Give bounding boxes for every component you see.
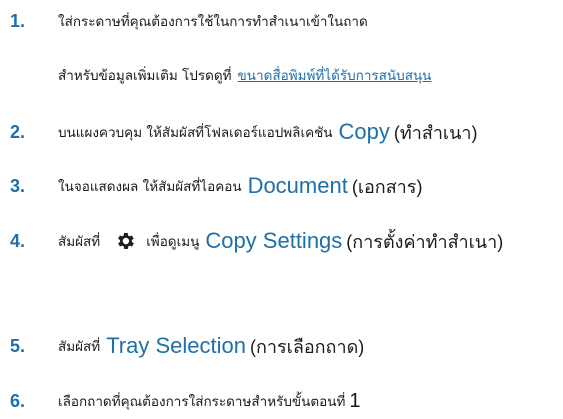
step-reference-number: 1	[349, 389, 361, 412]
note-text: สำหรับข้อมูลเพิ่มเติม โปรดดูที่	[58, 68, 232, 84]
step-number: 6.	[10, 391, 26, 411]
gear-icon	[114, 230, 136, 252]
copy-settings-label: Copy Settings	[205, 228, 343, 253]
step-3: 3. ในจอแสดงผล ให้สัมผัสที่ไอคอน Document…	[0, 169, 563, 203]
step-text: สัมผัสที่ เพื่อดูเมนู Copy Settings (การ…	[58, 224, 503, 258]
step-5: 5. สัมผัสที่ Tray Selection (การเลือกถาด…	[0, 329, 563, 363]
copy-app-translation: (ทำสำเนา)	[393, 122, 478, 143]
step-number: 2.	[10, 122, 26, 142]
step-text: เลือกถาดที่คุณต้องการใส่กระดาษสำหรับขั้น…	[58, 384, 361, 418]
step-5-text: สัมผัสที่	[58, 339, 101, 355]
step-1-note: สำหรับข้อมูลเพิ่มเติม โปรดดูที่ ขนาดสื่อ…	[0, 58, 563, 92]
step-text: สัมผัสที่ Tray Selection (การเลือกถาด)	[58, 329, 364, 363]
step-4-text-before: สัมผัสที่	[58, 234, 101, 250]
copy-settings-translation: (การตั้งค่าทำสำเนา)	[346, 231, 504, 252]
step-2-text: บนแผงควบคุม ให้สัมผัสที่โฟลเดอร์แอปพลิเค…	[58, 125, 333, 141]
step-number: 4.	[10, 231, 26, 251]
supported-media-link[interactable]: ขนาดสื่อพิมพ์ที่ได้รับการสนับสนุน	[238, 64, 432, 86]
tray-selection-label: Tray Selection	[106, 333, 246, 358]
document-translation: (เอกสาร)	[351, 176, 423, 197]
step-6: 6. เลือกถาดที่คุณต้องการใส่กระดาษสำหรับข…	[0, 384, 563, 418]
step-2: 2. บนแผงควบคุม ให้สัมผัสที่โฟลเดอร์แอปพล…	[0, 115, 563, 149]
document-icon-label: Document	[247, 173, 348, 198]
step-4-text-after: เพื่อดูเมนู	[146, 234, 200, 250]
tray-selection-translation: (การเลือกถาด)	[250, 336, 365, 357]
step-1-text: ใส่กระดาษที่คุณต้องการใช้ในการทำสำเนาเข้…	[58, 14, 368, 30]
step-number: 1.	[10, 11, 26, 31]
step-text: บนแผงควบคุม ให้สัมผัสที่โฟลเดอร์แอปพลิเค…	[58, 115, 477, 149]
step-number: 5.	[10, 336, 26, 356]
step-text: ใส่กระดาษที่คุณต้องการใช้ในการทำสำเนาเข้…	[58, 4, 368, 38]
note-line: สำหรับข้อมูลเพิ่มเติม โปรดดูที่ ขนาดสื่อ…	[58, 58, 431, 92]
step-4: 4. สัมผัสที่ เพื่อดูเมนู Copy Settings (…	[0, 224, 563, 258]
step-number: 3.	[10, 176, 26, 196]
step-6-text: เลือกถาดที่คุณต้องการใส่กระดาษสำหรับขั้น…	[58, 394, 346, 410]
step-1: 1. ใส่กระดาษที่คุณต้องการใช้ในการทำสำเนา…	[0, 4, 563, 38]
step-3-text: ในจอแสดงผล ให้สัมผัสที่ไอคอน	[58, 179, 242, 195]
copy-app-label: Copy	[338, 119, 390, 144]
step-text: ในจอแสดงผล ให้สัมผัสที่ไอคอน Document (เ…	[58, 169, 422, 203]
